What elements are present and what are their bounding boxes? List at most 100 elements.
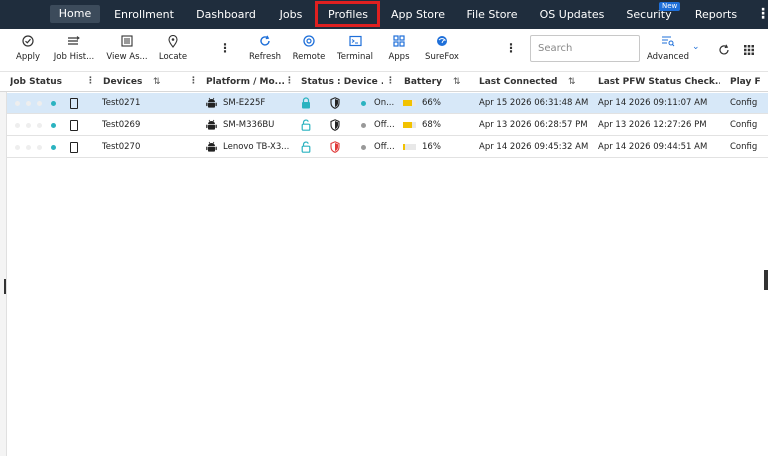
column-menu-icon[interactable]: ⋮ (285, 76, 294, 86)
nav-dashboard[interactable]: Dashboard (190, 0, 262, 29)
chevron-down-icon[interactable]: ⌄ (692, 42, 700, 52)
column-last-pfw-status-check[interactable]: Last PFW Status Check... (598, 72, 720, 92)
device-model: Lenovo TB-X3... (223, 142, 290, 152)
view-as-label: View As... (106, 52, 148, 62)
battery-bar (403, 144, 416, 150)
column-status-device[interactable]: Status : Device ... (301, 72, 383, 92)
job-history-icon (50, 35, 98, 51)
toolbar-more-icon-2[interactable]: ⋮ (505, 41, 517, 55)
battery-bar (403, 122, 416, 128)
job-dot (15, 145, 20, 150)
column-grid-icon[interactable] (743, 41, 755, 60)
advanced-button[interactable]: Advanced (644, 35, 692, 69)
job-dot (37, 101, 42, 106)
apps-button[interactable]: Apps (384, 35, 414, 69)
device-name[interactable]: Test0271 (102, 93, 172, 114)
shield-icon (330, 97, 340, 109)
job-history-button[interactable]: Job Hist... (50, 35, 98, 69)
surefox-icon (421, 35, 463, 51)
job-dot (26, 145, 31, 150)
phone-icon (70, 142, 78, 153)
refresh-icon (244, 35, 286, 51)
last-connected: Apr 13 2026 06:28:57 PM (479, 120, 588, 130)
table-row[interactable]: Test0270 Lenovo TB-X3... Off... 16% Apr 14 2… (7, 137, 768, 158)
job-dot (37, 145, 42, 150)
sort-icon[interactable]: ⇅ (568, 72, 576, 92)
grid-header: Job Status ⋮ Devices ⇅ ⋮ Platform / Mo..… (0, 72, 768, 92)
last-connected: Apr 15 2026 06:31:48 AM (479, 98, 589, 108)
battery-percent: 66% (422, 98, 441, 108)
advanced-label: Advanced (647, 52, 689, 62)
job-dot (15, 123, 20, 128)
panel-resize-handle[interactable] (4, 279, 6, 294)
column-job-status[interactable]: Job Status (10, 72, 70, 92)
device-model: SM-M336BU (223, 120, 275, 130)
locate-label: Locate (158, 52, 188, 62)
column-battery[interactable]: Battery (404, 72, 448, 92)
online-dot (51, 123, 56, 128)
check-circle-icon (10, 35, 46, 51)
table-row[interactable]: Test0269 SM-M336BU Off... 68% Apr 13 2026 06… (7, 115, 768, 136)
battery-bar (403, 100, 416, 106)
right-panel-handle[interactable] (764, 270, 768, 290)
terminal-button[interactable]: Terminal (334, 35, 376, 69)
nav-os-updates[interactable]: OS Updates (535, 0, 609, 29)
job-dot (26, 123, 31, 128)
status-dot (361, 123, 366, 128)
column-menu-icon[interactable]: ⋮ (86, 76, 95, 86)
battery-fill (403, 100, 412, 106)
table-row[interactable]: Test0271 SM-E225F On... 66% Apr 15 2026 06:3… (7, 93, 768, 114)
nav-enrollment[interactable]: Enrollment (108, 0, 180, 29)
terminal-icon (334, 35, 376, 51)
lock-icon (301, 119, 311, 131)
android-icon (206, 141, 217, 153)
remote-label: Remote (292, 52, 326, 62)
column-play[interactable]: Play F (730, 72, 768, 92)
apply-button[interactable]: Apply (10, 35, 46, 69)
battery-percent: 16% (422, 142, 441, 152)
toolbar-more-icon[interactable]: ⋮ (219, 41, 231, 55)
sync-icon[interactable] (718, 41, 730, 60)
column-devices[interactable]: Devices (103, 72, 145, 92)
android-icon (206, 97, 217, 109)
phone-icon (70, 98, 78, 109)
terminal-label: Terminal (337, 52, 373, 62)
device-name[interactable]: Test0269 (102, 115, 172, 136)
search-input[interactable] (530, 35, 640, 62)
advanced-filter-icon (644, 35, 692, 51)
remote-icon (289, 35, 329, 51)
surefox-label: SureFox (425, 52, 459, 62)
nav-reports[interactable]: Reports (688, 0, 744, 29)
view-as-button[interactable]: View As... (104, 35, 150, 69)
surefox-button[interactable]: SureFox (421, 35, 463, 69)
nav-jobs[interactable]: Jobs (270, 0, 312, 29)
nav-app-store[interactable]: App Store (386, 0, 450, 29)
device-model: SM-E225F (223, 98, 266, 108)
lock-icon (301, 141, 311, 153)
column-last-connected[interactable]: Last Connected (479, 72, 561, 92)
sort-icon[interactable]: ⇅ (453, 72, 461, 92)
profiles-highlight-box (315, 1, 380, 27)
device-name[interactable]: Test0270 (102, 137, 172, 158)
refresh-button[interactable]: Refresh (244, 35, 286, 69)
left-panel-edge (0, 92, 7, 456)
more-vertical-icon[interactable]: ⋮ (756, 0, 768, 29)
new-badge: New (659, 2, 681, 11)
play-status: Config (730, 120, 758, 130)
column-menu-icon[interactable]: ⋮ (386, 76, 395, 86)
nav-file-store[interactable]: File Store (460, 0, 524, 29)
column-platform-model[interactable]: Platform / Mo... (206, 72, 284, 92)
job-dot (37, 123, 42, 128)
sort-icon[interactable]: ⇅ (153, 72, 161, 92)
shield-icon (330, 141, 340, 153)
online-dot (51, 145, 56, 150)
remote-button[interactable]: Remote (289, 35, 329, 69)
column-menu-icon[interactable]: ⋮ (189, 76, 198, 86)
locate-button[interactable]: Locate (154, 34, 192, 69)
shield-icon (330, 119, 340, 131)
job-dot (26, 101, 31, 106)
nav-home[interactable]: Home (50, 5, 100, 23)
job-history-label: Job Hist... (53, 52, 95, 62)
play-status: Config (730, 98, 758, 108)
last-pfw-status-check: Apr 14 2026 09:44:51 AM (598, 142, 708, 152)
